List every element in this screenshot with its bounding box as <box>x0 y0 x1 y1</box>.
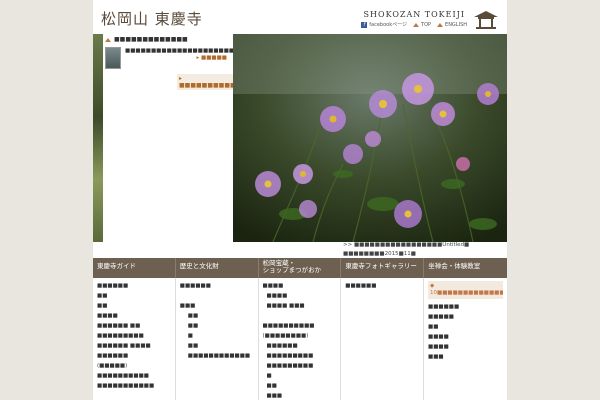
submenu-item[interactable]: ■■■■■■■■■ <box>263 361 337 371</box>
page: 松岡山 東慶寺 SHOKOZAN TOKEIJI f facebookページ TO… <box>93 0 507 400</box>
chrysanthemum-photo <box>233 34 507 242</box>
news-item[interactable]: ■■■■■■■■■■■■■■■■■■■■■■■■■ ▸ ■■■■■ <box>105 47 255 69</box>
news-item-text: ■■■■■■■■■■■■■■■■■■■■■■■■■ <box>125 48 255 54</box>
submenu-item[interactable]: ■■■■■■ ■■ <box>97 321 171 331</box>
triangle-icon <box>105 37 111 42</box>
nav-history[interactable]: 歴史と文化財 <box>176 258 259 278</box>
submenu-item[interactable]: ■■ <box>180 341 254 351</box>
temple-icon <box>474 11 498 29</box>
submenu-item[interactable]: ■■■■■■ <box>345 281 419 291</box>
submenu-item[interactable]: ■■■■■■ <box>97 351 171 361</box>
left-photo-strip <box>93 34 103 242</box>
submenu-item[interactable]: ■■ <box>97 291 171 301</box>
submenu-item[interactable]: ■■■■■■ <box>97 281 171 291</box>
submenu-item[interactable]: ■■■■■■ ■■■■ <box>97 341 171 351</box>
submenu-photo-gallery: ■■■■■■ <box>341 278 424 400</box>
hero-photo <box>233 34 507 242</box>
brand-english-name: SHOKOZAN TOKEIJI <box>363 10 465 19</box>
submenu-item[interactable]: ■■■■ ■■■ <box>263 301 337 311</box>
submenu-item[interactable]: ◆ 10■■■■■■■■■■■■■■■■■■ <box>428 281 503 299</box>
submenu-item[interactable]: ■■ <box>180 311 254 321</box>
facebook-icon: f <box>361 21 368 28</box>
news-panel: ■■■■■■■■■■■■■ ■■■■■■■■■■■■■■■■■■■■■■■■■ … <box>105 34 255 242</box>
nav-photo-gallery[interactable]: 東慶寺フォトギャラリー <box>341 258 425 278</box>
news-item-more[interactable]: ▸ ■■■■■ <box>125 55 228 61</box>
submenu-item[interactable]: ■■■■ <box>263 291 337 301</box>
submenu-item[interactable]: ■■■■■■ <box>263 341 337 351</box>
submenu-item[interactable]: ■■■■■■ <box>180 281 254 291</box>
submenu-item[interactable]: ■■■■ <box>428 332 503 342</box>
submenu-item[interactable]: (■■■■■■■■) <box>263 331 337 341</box>
submenu-item[interactable]: ■■ <box>263 381 337 391</box>
submenu-item[interactable]: ■■■ <box>428 352 503 362</box>
submenu-history: ■■■■■■ ■■■ ■■ ■■ ■ ■■ ■■■■■■■■■■■■ <box>176 278 259 400</box>
submenu-item[interactable]: ■■■■ <box>97 311 171 321</box>
submenu-guide: ■■■■■■ ■■ ■■ ■■■■ ■■■■■■ ■■ ■■■■■■■■■ ■■■■■■ ■… <box>93 278 176 400</box>
submenu-item[interactable]: ■ <box>263 371 337 381</box>
submenu-item[interactable]: ■■■■■■■■■■ <box>97 371 171 381</box>
nav-zazen[interactable]: 坐禅会・体験教室 <box>424 258 507 278</box>
submenu-item[interactable]: ■■■■ <box>428 342 503 352</box>
facebook-link[interactable]: f facebookページ <box>361 21 407 28</box>
submenu-item[interactable]: ■■ <box>97 301 171 311</box>
submenu-treasury-shop: ■■■■ ■■■■ ■■■■ ■■■ ■■■■■■■■■■ (■■■■■■■■) ■■■… <box>259 278 342 400</box>
site-header: 松岡山 東慶寺 SHOKOZAN TOKEIJI f facebookページ TO… <box>93 0 507 34</box>
nav-treasury-shop[interactable]: 松岡宝蔵・ ショップまつがおか <box>259 258 342 278</box>
submenu-item <box>180 291 254 301</box>
submenu-item[interactable]: (■■■■■) <box>97 361 171 371</box>
global-nav: 東慶寺ガイド 歴史と文化財 松岡宝蔵・ ショップまつがおか 東慶寺フォトギャラリ… <box>93 258 507 278</box>
site-logo[interactable]: 松岡山 東慶寺 <box>101 8 203 29</box>
photo-caption[interactable]: >> ■■■■■■■■■■■■■■■■■Untitled■ ■■■■■■■■20… <box>343 241 507 259</box>
news-thumbnail <box>105 47 121 69</box>
submenu-item <box>263 311 337 321</box>
submenu-item[interactable]: ■■■■■■■■■■ <box>263 321 337 331</box>
english-link[interactable]: ENGLISH <box>437 21 467 28</box>
submenu-item[interactable]: ■■■■■■ <box>428 302 503 312</box>
submenu-item[interactable]: ■■■■■■■■■■■■ <box>180 351 254 361</box>
submenu-item[interactable]: ■ <box>180 331 254 341</box>
triangle-icon <box>413 22 420 27</box>
header-links: f facebookページ TOP ENGLISH <box>361 21 467 28</box>
submenu-columns: ■■■■■■ ■■ ■■ ■■■■ ■■■■■■ ■■ ■■■■■■■■■ ■■■■■■ ■… <box>93 278 507 400</box>
nav-guide[interactable]: 東慶寺ガイド <box>93 258 176 278</box>
submenu-item[interactable]: ■■■ <box>180 301 254 311</box>
submenu-item[interactable]: ■■ <box>180 321 254 331</box>
submenu-item[interactable]: ■■■■■■■■■ <box>97 331 171 341</box>
submenu-item[interactable]: ■■■■■ <box>428 312 503 322</box>
triangle-icon <box>437 22 444 27</box>
submenu-item[interactable]: ■■ <box>428 322 503 332</box>
top-link[interactable]: TOP <box>413 21 431 28</box>
news-title: ■■■■■■■■■■■■■ <box>105 36 233 43</box>
submenu-item[interactable]: ■■■■■■■■■■■ <box>97 381 171 391</box>
submenu-item[interactable]: ■■■■ <box>263 281 337 291</box>
submenu-zazen: ◆ 10■■■■■■■■■■■■■ ■■■■■■ ■■■■■ ■■ ■■■■ ■■■■ ■■… <box>424 278 507 400</box>
news-more-link[interactable]: ▸ ■■■■■■■■■■ <box>177 74 238 90</box>
submenu-item[interactable]: ■■■ <box>263 391 337 400</box>
submenu-item[interactable]: ■■■■■■■■■ <box>263 351 337 361</box>
